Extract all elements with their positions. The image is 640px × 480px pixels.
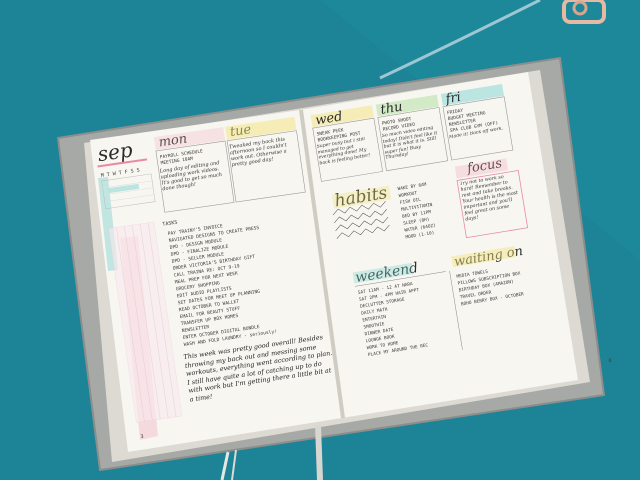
day-label-fri: fri (444, 90, 462, 107)
day-box-thu: thu PHOTO SHOOT RECORD VIDEO So much vid… (375, 94, 449, 172)
focus-text: Try not to work so hard! Remember to res… (459, 174, 519, 223)
day-box-tue: tue Tweaked my back this afternoon so I … (225, 116, 306, 203)
journal-photo: sep M T W T F S S mon PAYROLL SCHEDULE M… (0, 0, 640, 480)
day-box-wed: wed SNEAK PEEK BOOKKEEPING POST Super bu… (310, 105, 383, 182)
day-box-mon: mon PAYROLL SCHEDULE MEETING 10AM Long d… (153, 127, 235, 213)
